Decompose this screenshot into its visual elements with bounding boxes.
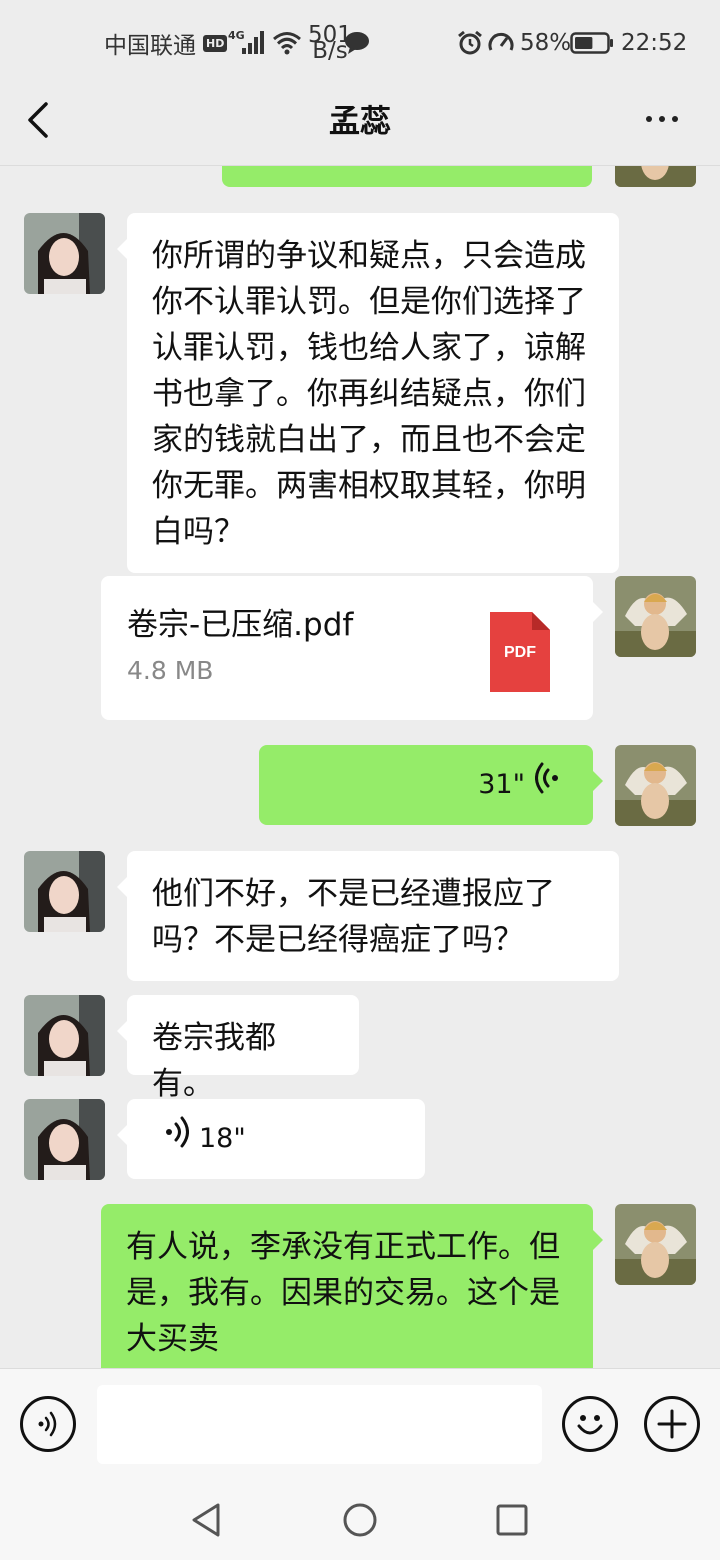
voice-duration: 18" [199, 1123, 246, 1154]
more-icon[interactable] [640, 104, 684, 134]
wifi-icon [272, 0, 302, 86]
alarm-icon [457, 0, 483, 86]
battery-icon [570, 0, 614, 86]
system-navigation-bar [0, 1480, 720, 1560]
file-name: 卷宗-已压缩.pdf [127, 607, 354, 643]
add-icon[interactable] [644, 1396, 700, 1452]
file-size: 4.8 MB [127, 656, 214, 685]
nav-back-icon[interactable] [190, 1502, 224, 1542]
file-message-card[interactable]: 卷宗-已压缩.pdf 4.8 MB PDF [101, 576, 603, 720]
speed-unit: B/s [312, 38, 348, 64]
clock: 22:52 [621, 30, 688, 56]
input-bar [0, 1368, 720, 1480]
carrier-label: 中国联通 [104, 33, 196, 59]
chat-header: 孟蕊 [0, 86, 720, 166]
incoming-voice-bubble[interactable]: 18" [117, 1099, 425, 1179]
cellular-signal-icon: 4G [228, 0, 268, 86]
incoming-text-bubble[interactable]: 卷宗我都有。 [117, 995, 359, 1102]
outgoing-text-bubble[interactable] [222, 166, 592, 187]
incoming-text-bubble[interactable]: 你所谓的争议和疑点，只会造成你不认罪认罚。但是你们选择了认罪认罚，钱也给人家了，… [117, 213, 619, 573]
voice-wave-icon [535, 761, 561, 810]
chat-title: 孟蕊 [329, 104, 391, 140]
battery-percent: 58% [520, 30, 572, 56]
message-notification-icon [344, 0, 370, 86]
contact-avatar[interactable] [24, 1099, 105, 1180]
my-avatar[interactable] [615, 166, 696, 187]
message-text: 你所谓的争议和疑点，只会造成你不认罪认罚。但是你们选择了认罪认罚，钱也给人家了，… [152, 238, 586, 550]
contact-avatar[interactable] [24, 213, 105, 294]
my-avatar[interactable] [615, 1204, 696, 1285]
message-text: 他们不好，不是已经遭报应了吗？不是已经得癌症了吗？ [152, 876, 555, 958]
nav-recents-icon[interactable] [495, 1502, 529, 1542]
pdf-file-icon: PDF [490, 612, 550, 692]
status-bar: 中国联通 HD 4G 501 B/s 58% 22:52 [0, 0, 720, 86]
emoji-icon[interactable] [562, 1396, 618, 1452]
contact-avatar[interactable] [24, 995, 105, 1076]
voice-wave-icon [163, 1115, 189, 1164]
message-text: 有人说，李承没有正式工作。但是，我有。因果的交易。这个是大买卖 [126, 1229, 560, 1357]
outgoing-voice-bubble[interactable]: 31" [259, 745, 603, 825]
my-avatar[interactable] [615, 745, 696, 826]
hd-icon: HD [203, 0, 228, 86]
svg-text:4G: 4G [228, 29, 245, 42]
my-avatar[interactable] [615, 576, 696, 657]
contact-avatar[interactable] [24, 851, 105, 932]
message-input[interactable] [97, 1385, 542, 1464]
voice-input-icon[interactable] [20, 1396, 76, 1452]
message-list[interactable]: 你所谓的争议和疑点，只会造成你不认罪认罚。但是你们选择了认罪认罚，钱也给人家了，… [0, 166, 720, 1368]
voice-duration: 31" [478, 769, 525, 800]
data-saver-icon [487, 0, 515, 86]
incoming-text-bubble[interactable]: 他们不好，不是已经遭报应了吗？不是已经得癌症了吗？ [117, 851, 619, 981]
outgoing-text-bubble[interactable]: 有人说，李承没有正式工作。但是，我有。因果的交易。这个是大买卖 [101, 1204, 603, 1368]
nav-home-icon[interactable] [342, 1502, 378, 1542]
